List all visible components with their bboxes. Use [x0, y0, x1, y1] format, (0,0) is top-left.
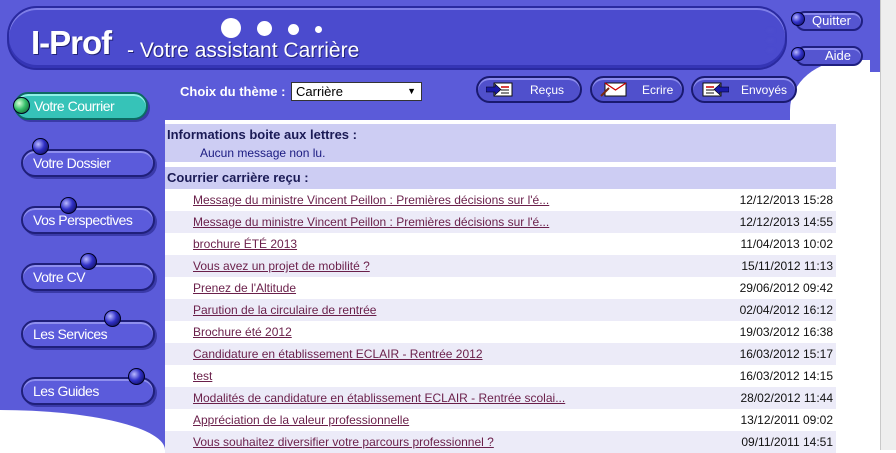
message-link[interactable]: Brochure été 2012	[193, 325, 292, 339]
message-date: 12/12/2013 14:55	[739, 215, 833, 229]
quit-label: Quitter	[811, 13, 851, 28]
message-row: Appréciation de la valeur professionnell…	[165, 409, 836, 431]
user-info-blurred: ... ... ...	[767, 24, 774, 53]
theme-selected-value: Carrière	[296, 84, 343, 99]
message-row: Vous avez un projet de mobilité ? 15/11/…	[165, 255, 836, 277]
message-date: 11/04/2013 10:02	[740, 237, 833, 251]
message-row: Brochure été 2012 19/03/2012 16:38	[165, 321, 836, 343]
theme-select[interactable]: Carrière ▼	[291, 82, 422, 101]
message-row: test 16/03/2012 14:15	[165, 365, 836, 387]
write-label: Ecrire	[642, 83, 674, 97]
nav-ball-icon	[80, 253, 97, 270]
quit-button[interactable]: Quitter	[795, 11, 863, 31]
message-date: 09/11/2011 14:51	[741, 435, 833, 449]
sent-label: Envoyés	[741, 83, 788, 97]
nav-ball-icon	[128, 368, 145, 385]
header-banner: I-Prof - Votre assistant Carrière ... ..…	[7, 6, 787, 70]
career-mail-header: Courrier carrière reçu :	[165, 167, 836, 189]
message-row: Parution de la circulaire de rentrée 02/…	[165, 299, 836, 321]
message-link[interactable]: Prenez de l'Altitude	[193, 281, 296, 295]
message-link[interactable]: Candidature en établissement ECLAIR - Re…	[193, 347, 483, 361]
nav-votre-courrier[interactable]: Votre Courrier	[14, 92, 148, 120]
app-tagline: - Votre assistant Carrière	[127, 39, 360, 62]
write-button[interactable]: Ecrire	[590, 76, 684, 103]
nav-les-services[interactable]: Les Services	[21, 320, 155, 348]
copyright: © I-Prof V3	[12, 423, 62, 434]
nav-label: Les Services	[33, 326, 108, 342]
nav-label: Votre Courrier	[34, 98, 115, 114]
compose-letter-icon	[600, 82, 627, 97]
outbox-arrow-icon	[702, 82, 729, 97]
app-logo: I-Prof	[31, 24, 112, 61]
message-date: 19/03/2012 16:38	[739, 325, 833, 339]
quit-ball-icon	[791, 12, 805, 26]
message-link[interactable]: Modalités de candidature en établissemen…	[193, 391, 565, 405]
help-label: Aide	[824, 48, 851, 63]
mailbox-info-title: Informations boite aux lettres :	[167, 127, 357, 142]
nav-ball-icon	[60, 197, 77, 214]
message-row: Candidature en établissement ECLAIR - Re…	[165, 343, 836, 365]
help-button[interactable]: Aide	[795, 46, 863, 66]
sent-button[interactable]: Envoyés	[691, 76, 797, 103]
received-label: Reçus	[530, 83, 565, 97]
message-row: Message du ministre Vincent Peillon : Pr…	[165, 211, 836, 233]
message-link[interactable]: Message du ministre Vincent Peillon : Pr…	[193, 215, 549, 229]
message-date: 16/03/2012 15:17	[739, 347, 833, 361]
message-date: 12/12/2013 15:28	[739, 193, 833, 207]
nav-ball-icon	[13, 97, 30, 114]
nav-label: Vos Perspectives	[33, 212, 133, 228]
mailbox-info-message: Aucun message non lu.	[200, 146, 326, 160]
message-date: 29/06/2012 09:42	[739, 281, 833, 295]
received-button[interactable]: Reçus	[476, 76, 582, 103]
message-row: brochure ÉTÉ 2013 11/04/2013 10:02	[165, 233, 836, 255]
nav-ball-icon	[104, 310, 121, 327]
dropdown-arrow-icon: ▼	[407, 86, 416, 96]
message-row: Prenez de l'Altitude 29/06/2012 09:42	[165, 277, 836, 299]
message-row: Modalités de candidature en établissemen…	[165, 387, 836, 409]
nav-vos-perspectives[interactable]: Vos Perspectives	[21, 206, 155, 234]
message-link[interactable]: brochure ÉTÉ 2013	[193, 237, 297, 251]
message-date: 13/12/2011 09:02	[740, 413, 833, 427]
nav-label: Les Guides	[33, 383, 99, 399]
message-date: 16/03/2012 14:15	[739, 369, 833, 383]
nav-label: Votre CV	[33, 269, 86, 285]
message-row: Message du ministre Vincent Peillon : Pr…	[165, 189, 836, 211]
message-link[interactable]: Vous avez un projet de mobilité ?	[193, 259, 370, 273]
scrollbar[interactable]	[880, 0, 896, 450]
message-link[interactable]: test	[193, 369, 212, 383]
message-date: 02/04/2012 16:12	[739, 303, 833, 317]
nav-ball-icon	[32, 138, 49, 155]
message-date: 15/11/2012 11:13	[741, 259, 833, 273]
mailbox-info: Informations boite aux lettres : Aucun m…	[165, 124, 836, 162]
message-link[interactable]: Appréciation de la valeur professionnell…	[193, 413, 409, 427]
theme-label: Choix du thème :	[180, 84, 286, 99]
mail-content: Informations boite aux lettres : Aucun m…	[165, 120, 836, 453]
career-mail-title: Courrier carrière reçu :	[167, 170, 309, 185]
message-link[interactable]: Message du ministre Vincent Peillon : Pr…	[193, 193, 549, 207]
nav-label: Votre Dossier	[33, 155, 111, 171]
help-ball-icon	[791, 47, 805, 61]
inbox-arrow-icon	[486, 82, 513, 97]
message-link[interactable]: Parution de la circulaire de rentrée	[193, 303, 376, 317]
message-date: 28/02/2012 11:44	[740, 391, 833, 405]
message-link[interactable]: Vous souhaitez diversifier votre parcour…	[193, 435, 494, 449]
